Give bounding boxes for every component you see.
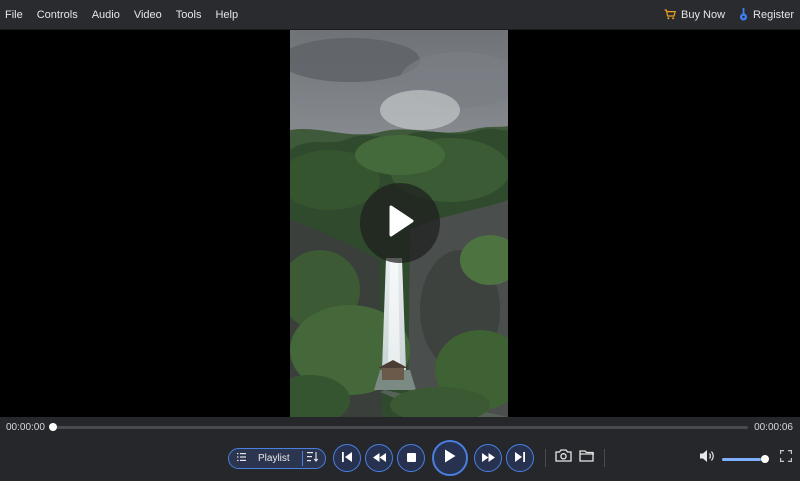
list-icon [237,453,246,464]
menu-file[interactable]: File [0,9,29,21]
camera-icon [554,449,572,467]
fast-forward-button[interactable] [474,444,502,472]
rewind-icon [372,449,386,467]
overlay-play-button[interactable] [360,183,440,263]
total-time: 00:00:06 [754,422,793,433]
menu-right: Buy Now Register [650,0,800,29]
play-icon [385,204,415,243]
folder-icon [579,449,595,467]
next-button[interactable] [506,444,534,472]
seek-bar[interactable] [52,426,748,429]
playlist-label: Playlist [258,453,290,464]
media-player-window: File Controls Audio Video Tools Help Buy… [0,0,800,481]
play-icon [444,449,456,468]
video-display[interactable] [0,30,800,417]
seek-handle[interactable] [49,423,57,431]
menu-audio[interactable]: Audio [86,9,126,21]
rewind-button[interactable] [365,444,393,472]
menu-bar: File Controls Audio Video Tools Help Buy… [0,0,800,30]
menu-help[interactable]: Help [209,9,244,21]
open-folder-button[interactable] [578,450,596,466]
register-label: Register [753,8,794,21]
playlist-divider [301,451,303,466]
fullscreen-button[interactable] [779,449,793,467]
divider [545,449,546,467]
volume-slider-fill [722,458,762,461]
stop-button[interactable] [397,444,425,472]
stop-icon [406,449,416,467]
buy-now-button[interactable]: Buy Now [664,9,725,21]
key-icon [739,8,748,21]
buy-now-label: Buy Now [681,8,726,21]
cart-icon [664,9,676,20]
menu-video[interactable]: Video [128,9,168,21]
previous-icon [342,449,352,467]
playlist-button[interactable]: Playlist [228,448,326,469]
current-time: 00:00:00 [6,422,45,433]
volume-icon [699,449,716,468]
divider [604,449,605,467]
volume-handle[interactable] [761,455,769,463]
menu-tools[interactable]: Tools [170,9,208,21]
fullscreen-icon [780,449,792,467]
next-icon [515,449,525,467]
sort-icon[interactable] [306,452,319,465]
menu-controls[interactable]: Controls [31,9,84,21]
menu-items: File Controls Audio Video Tools Help [0,0,246,29]
fast-forward-icon [481,449,495,467]
register-button[interactable]: Register [739,8,794,21]
previous-button[interactable] [333,444,361,472]
volume-button[interactable] [698,449,716,468]
snapshot-button[interactable] [554,449,572,467]
play-button[interactable] [432,440,468,476]
